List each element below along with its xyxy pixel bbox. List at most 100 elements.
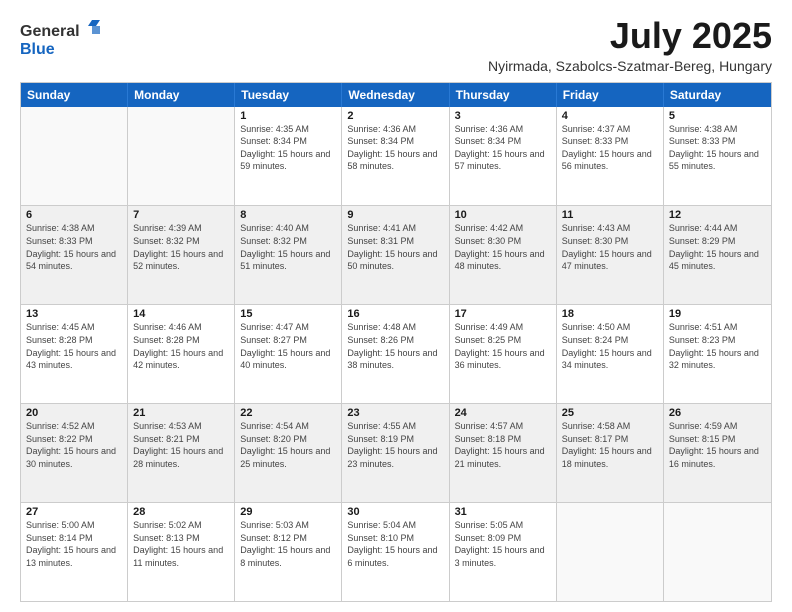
- day-number: 18: [562, 308, 658, 320]
- day-8: 8Sunrise: 4:40 AM Sunset: 8:32 PM Daylig…: [235, 206, 342, 304]
- day-info: Sunrise: 4:35 AM Sunset: 8:34 PM Dayligh…: [240, 123, 336, 173]
- day-number: 23: [347, 407, 443, 419]
- day-number: 20: [26, 407, 122, 419]
- day-number: 30: [347, 506, 443, 518]
- day-number: 5: [669, 110, 766, 122]
- day-number: 31: [455, 506, 551, 518]
- day-info: Sunrise: 5:02 AM Sunset: 8:13 PM Dayligh…: [133, 519, 229, 569]
- day-16: 16Sunrise: 4:48 AM Sunset: 8:26 PM Dayli…: [342, 305, 449, 403]
- day-number: 10: [455, 209, 551, 221]
- day-number: 9: [347, 209, 443, 221]
- day-7: 7Sunrise: 4:39 AM Sunset: 8:32 PM Daylig…: [128, 206, 235, 304]
- day-number: 16: [347, 308, 443, 320]
- week-row-2: 13Sunrise: 4:45 AM Sunset: 8:28 PM Dayli…: [21, 304, 771, 403]
- day-of-week-saturday: Saturday: [664, 83, 771, 107]
- day-empty: [128, 107, 235, 206]
- day-15: 15Sunrise: 4:47 AM Sunset: 8:27 PM Dayli…: [235, 305, 342, 403]
- day-info: Sunrise: 5:03 AM Sunset: 8:12 PM Dayligh…: [240, 519, 336, 569]
- day-14: 14Sunrise: 4:46 AM Sunset: 8:28 PM Dayli…: [128, 305, 235, 403]
- day-27: 27Sunrise: 5:00 AM Sunset: 8:14 PM Dayli…: [21, 503, 128, 601]
- day-22: 22Sunrise: 4:54 AM Sunset: 8:20 PM Dayli…: [235, 404, 342, 502]
- day-21: 21Sunrise: 4:53 AM Sunset: 8:21 PM Dayli…: [128, 404, 235, 502]
- day-info: Sunrise: 5:00 AM Sunset: 8:14 PM Dayligh…: [26, 519, 122, 569]
- day-number: 12: [669, 209, 766, 221]
- day-info: Sunrise: 4:37 AM Sunset: 8:33 PM Dayligh…: [562, 123, 658, 173]
- day-number: 2: [347, 110, 443, 122]
- day-6: 6Sunrise: 4:38 AM Sunset: 8:33 PM Daylig…: [21, 206, 128, 304]
- day-info: Sunrise: 4:44 AM Sunset: 8:29 PM Dayligh…: [669, 222, 766, 272]
- day-4: 4Sunrise: 4:37 AM Sunset: 8:33 PM Daylig…: [557, 107, 664, 206]
- day-info: Sunrise: 4:49 AM Sunset: 8:25 PM Dayligh…: [455, 321, 551, 371]
- week-row-3: 20Sunrise: 4:52 AM Sunset: 8:22 PM Dayli…: [21, 403, 771, 502]
- day-11: 11Sunrise: 4:43 AM Sunset: 8:30 PM Dayli…: [557, 206, 664, 304]
- day-of-week-friday: Friday: [557, 83, 664, 107]
- day-of-week-monday: Monday: [128, 83, 235, 107]
- day-info: Sunrise: 4:48 AM Sunset: 8:26 PM Dayligh…: [347, 321, 443, 371]
- page: General Blue July 2025 Nyirmada, Szabolc…: [0, 0, 792, 612]
- day-info: Sunrise: 4:51 AM Sunset: 8:23 PM Dayligh…: [669, 321, 766, 371]
- day-info: Sunrise: 4:38 AM Sunset: 8:33 PM Dayligh…: [669, 123, 766, 173]
- title-area: July 2025 Nyirmada, Szabolcs-Szatmar-Ber…: [488, 16, 772, 74]
- day-20: 20Sunrise: 4:52 AM Sunset: 8:22 PM Dayli…: [21, 404, 128, 502]
- day-number: 21: [133, 407, 229, 419]
- day-info: Sunrise: 4:45 AM Sunset: 8:28 PM Dayligh…: [26, 321, 122, 371]
- day-info: Sunrise: 4:40 AM Sunset: 8:32 PM Dayligh…: [240, 222, 336, 272]
- week-row-0: 1Sunrise: 4:35 AM Sunset: 8:34 PM Daylig…: [21, 107, 771, 206]
- day-empty: [664, 503, 771, 601]
- day-30: 30Sunrise: 5:04 AM Sunset: 8:10 PM Dayli…: [342, 503, 449, 601]
- day-info: Sunrise: 4:58 AM Sunset: 8:17 PM Dayligh…: [562, 420, 658, 470]
- day-info: Sunrise: 4:41 AM Sunset: 8:31 PM Dayligh…: [347, 222, 443, 272]
- day-3: 3Sunrise: 4:36 AM Sunset: 8:34 PM Daylig…: [450, 107, 557, 206]
- day-info: Sunrise: 4:42 AM Sunset: 8:30 PM Dayligh…: [455, 222, 551, 272]
- day-number: 11: [562, 209, 658, 221]
- day-23: 23Sunrise: 4:55 AM Sunset: 8:19 PM Dayli…: [342, 404, 449, 502]
- day-number: 8: [240, 209, 336, 221]
- day-empty: [21, 107, 128, 206]
- day-info: Sunrise: 4:57 AM Sunset: 8:18 PM Dayligh…: [455, 420, 551, 470]
- day-31: 31Sunrise: 5:05 AM Sunset: 8:09 PM Dayli…: [450, 503, 557, 601]
- day-13: 13Sunrise: 4:45 AM Sunset: 8:28 PM Dayli…: [21, 305, 128, 403]
- svg-text:Blue: Blue: [20, 41, 55, 58]
- day-number: 28: [133, 506, 229, 518]
- day-19: 19Sunrise: 4:51 AM Sunset: 8:23 PM Dayli…: [664, 305, 771, 403]
- day-28: 28Sunrise: 5:02 AM Sunset: 8:13 PM Dayli…: [128, 503, 235, 601]
- day-info: Sunrise: 5:05 AM Sunset: 8:09 PM Dayligh…: [455, 519, 551, 569]
- calendar-body: 1Sunrise: 4:35 AM Sunset: 8:34 PM Daylig…: [21, 107, 771, 601]
- day-info: Sunrise: 4:36 AM Sunset: 8:34 PM Dayligh…: [347, 123, 443, 173]
- day-info: Sunrise: 4:59 AM Sunset: 8:15 PM Dayligh…: [669, 420, 766, 470]
- day-info: Sunrise: 4:55 AM Sunset: 8:19 PM Dayligh…: [347, 420, 443, 470]
- header: General Blue July 2025 Nyirmada, Szabolc…: [20, 16, 772, 74]
- day-number: 24: [455, 407, 551, 419]
- day-24: 24Sunrise: 4:57 AM Sunset: 8:18 PM Dayli…: [450, 404, 557, 502]
- day-number: 3: [455, 110, 551, 122]
- day-number: 26: [669, 407, 766, 419]
- day-empty: [557, 503, 664, 601]
- day-number: 27: [26, 506, 122, 518]
- day-info: Sunrise: 4:38 AM Sunset: 8:33 PM Dayligh…: [26, 222, 122, 272]
- day-info: Sunrise: 4:54 AM Sunset: 8:20 PM Dayligh…: [240, 420, 336, 470]
- week-row-4: 27Sunrise: 5:00 AM Sunset: 8:14 PM Dayli…: [21, 502, 771, 601]
- day-info: Sunrise: 4:46 AM Sunset: 8:28 PM Dayligh…: [133, 321, 229, 371]
- day-info: Sunrise: 4:39 AM Sunset: 8:32 PM Dayligh…: [133, 222, 229, 272]
- day-10: 10Sunrise: 4:42 AM Sunset: 8:30 PM Dayli…: [450, 206, 557, 304]
- day-2: 2Sunrise: 4:36 AM Sunset: 8:34 PM Daylig…: [342, 107, 449, 206]
- day-info: Sunrise: 5:04 AM Sunset: 8:10 PM Dayligh…: [347, 519, 443, 569]
- day-26: 26Sunrise: 4:59 AM Sunset: 8:15 PM Dayli…: [664, 404, 771, 502]
- month-title: July 2025: [488, 16, 772, 56]
- day-info: Sunrise: 4:36 AM Sunset: 8:34 PM Dayligh…: [455, 123, 551, 173]
- day-info: Sunrise: 4:43 AM Sunset: 8:30 PM Dayligh…: [562, 222, 658, 272]
- day-5: 5Sunrise: 4:38 AM Sunset: 8:33 PM Daylig…: [664, 107, 771, 206]
- day-of-week-sunday: Sunday: [21, 83, 128, 107]
- day-number: 15: [240, 308, 336, 320]
- day-number: 13: [26, 308, 122, 320]
- day-info: Sunrise: 4:47 AM Sunset: 8:27 PM Dayligh…: [240, 321, 336, 371]
- day-18: 18Sunrise: 4:50 AM Sunset: 8:24 PM Dayli…: [557, 305, 664, 403]
- day-number: 25: [562, 407, 658, 419]
- day-number: 14: [133, 308, 229, 320]
- day-number: 22: [240, 407, 336, 419]
- day-1: 1Sunrise: 4:35 AM Sunset: 8:34 PM Daylig…: [235, 107, 342, 206]
- day-number: 19: [669, 308, 766, 320]
- day-number: 7: [133, 209, 229, 221]
- day-info: Sunrise: 4:53 AM Sunset: 8:21 PM Dayligh…: [133, 420, 229, 470]
- day-of-week-thursday: Thursday: [450, 83, 557, 107]
